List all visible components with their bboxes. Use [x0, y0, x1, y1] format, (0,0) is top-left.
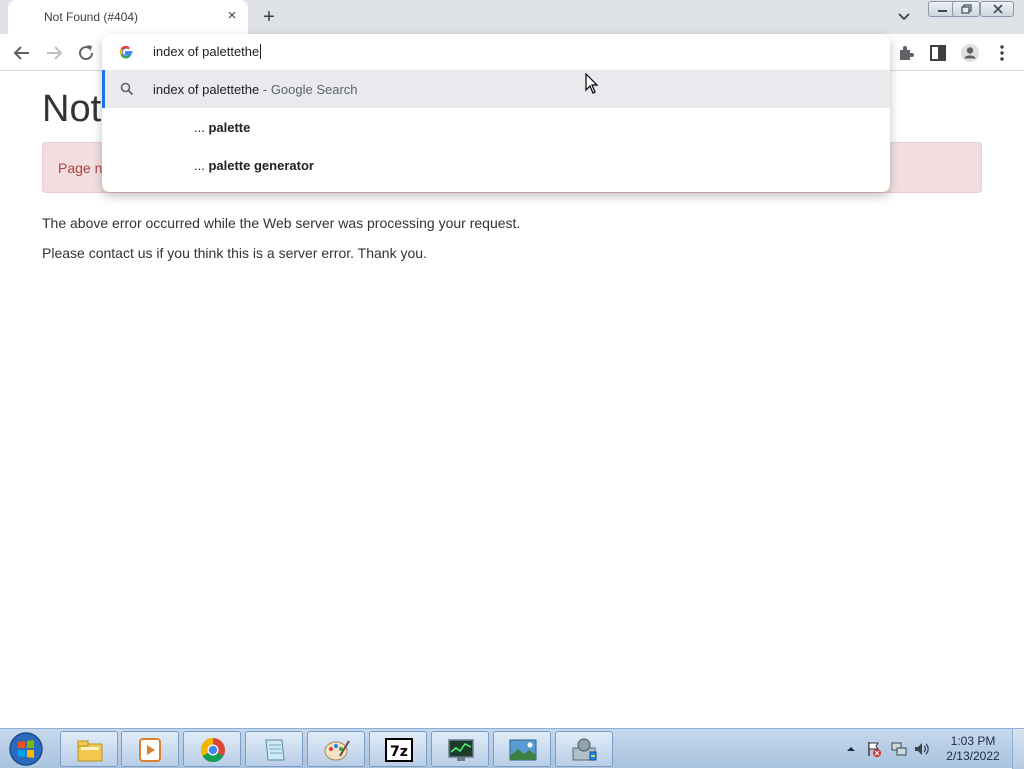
taskbar-chrome[interactable]	[183, 731, 241, 767]
taskbar-photo-viewer[interactable]	[493, 731, 551, 767]
suggestion-label: index of palettethe - Google Search	[153, 82, 358, 97]
file-explorer-icon	[77, 740, 103, 762]
taskbar-media-player[interactable]	[121, 731, 179, 767]
chrome-icon	[200, 738, 225, 763]
reload-icon[interactable]	[74, 41, 98, 65]
control-panel-icon	[572, 738, 597, 761]
suggestion-label: ... palette generator	[194, 158, 314, 173]
taskbar-paint[interactable]	[307, 731, 365, 767]
show-desktop-button[interactable]	[1012, 729, 1024, 769]
taskbar-file-explorer[interactable]	[60, 731, 118, 767]
system-clock[interactable]: 1:03 PM 2/13/2022	[940, 734, 1006, 764]
suggestion-palette-generator[interactable]: ... palette generator	[102, 146, 890, 184]
address-bar[interactable]: index of palettethe	[102, 34, 890, 71]
side-panel-icon[interactable]	[927, 42, 949, 64]
7zip-icon: 7z	[385, 738, 413, 762]
taskbar-7zip[interactable]: 7z	[369, 731, 427, 767]
taskbar: 7z 1:03 PM 2/13/2022	[0, 728, 1024, 769]
forward-arrow-icon[interactable]	[42, 41, 66, 65]
restore-button[interactable]	[952, 1, 980, 17]
text-caret	[260, 44, 262, 59]
tab-title: Not Found (#404)	[44, 10, 139, 24]
clock-date: 2/13/2022	[946, 749, 1000, 763]
notepad-icon	[265, 739, 285, 761]
photo-viewer-icon	[509, 739, 537, 761]
extensions-puzzle-icon[interactable]	[895, 42, 917, 64]
suggestion-label: ... palette	[194, 120, 251, 135]
start-button[interactable]	[4, 730, 48, 768]
back-arrow-icon[interactable]	[10, 41, 34, 65]
menu-kebab-icon[interactable]	[991, 42, 1013, 64]
error-description: The above error occurred while the Web s…	[42, 215, 521, 231]
7zip-label: 7z	[390, 744, 408, 760]
paint-icon	[324, 740, 350, 761]
new-tab-button[interactable]: +	[258, 6, 280, 28]
google-g-icon	[119, 45, 133, 59]
suggestion-google-search[interactable]: index of palettethe - Google Search	[102, 70, 890, 108]
taskbar-control-panel[interactable]	[555, 731, 613, 767]
profile-avatar-icon[interactable]	[959, 42, 981, 64]
show-hidden-icons-icon[interactable]	[842, 740, 860, 758]
task-manager-icon	[448, 739, 474, 761]
search-icon	[120, 82, 134, 96]
selection-indicator	[102, 70, 105, 108]
address-input[interactable]: index of palettethe	[153, 44, 262, 59]
tab-strip: Not Found (#404) × +	[0, 0, 1024, 34]
network-icon[interactable]	[890, 740, 908, 758]
action-center-flag-icon[interactable]	[865, 740, 883, 758]
taskbar-notepad[interactable]	[245, 731, 303, 767]
clock-time: 1:03 PM	[950, 734, 996, 748]
tab-search-chevron-icon[interactable]	[894, 6, 914, 26]
volume-icon[interactable]	[913, 740, 931, 758]
omnibox-dropdown: index of palettethe index of palettethe …	[102, 34, 890, 192]
tab-active[interactable]: Not Found (#404) ×	[8, 0, 248, 34]
contact-note: Please contact us if you think this is a…	[42, 245, 427, 261]
tab-close-button[interactable]: ×	[223, 7, 241, 25]
taskbar-task-manager[interactable]	[431, 731, 489, 767]
error-alert-text: Page n	[58, 160, 103, 176]
media-player-icon	[139, 738, 161, 762]
page-title: Not	[42, 88, 102, 130]
suggestion-palette[interactable]: ... palette	[102, 108, 890, 146]
close-window-button[interactable]	[980, 1, 1014, 17]
mouse-pointer-icon	[585, 73, 599, 94]
